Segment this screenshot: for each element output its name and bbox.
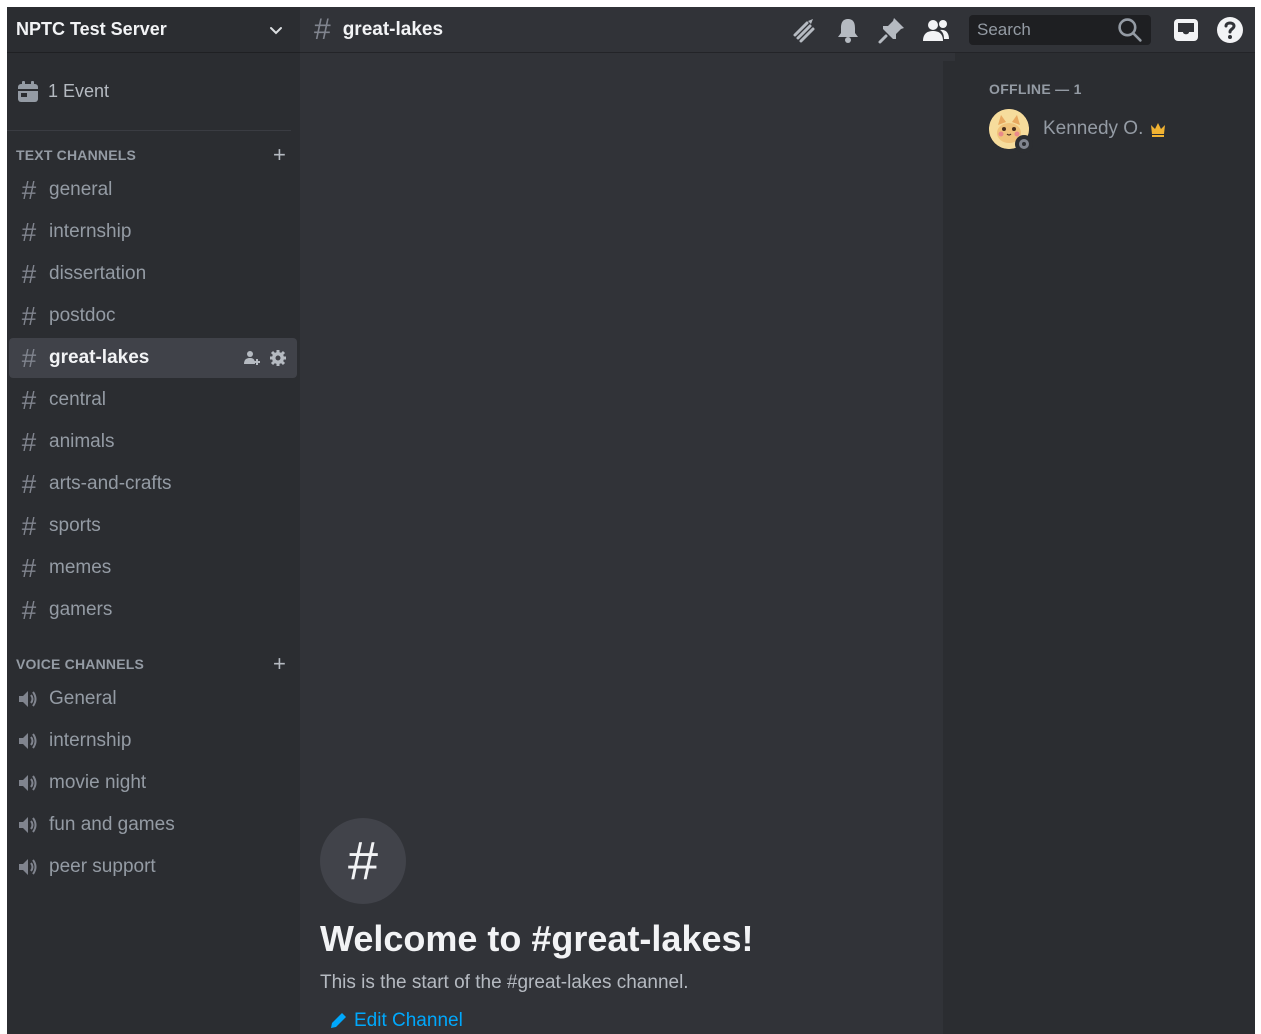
hash-icon: # [21, 468, 37, 499]
edit-channel-link[interactable]: Edit Channel [320, 1008, 940, 1034]
hash-icon: # [21, 426, 37, 457]
hash-icon: # [21, 300, 37, 331]
channel-sidebar: NPTC Test Server 1 Event TEXT CHANNELS +… [7, 7, 300, 1034]
member-name: Kennedy O. [1043, 118, 1144, 139]
sidebar-item-gamers[interactable]: # gamers [9, 590, 297, 630]
voice-channel-list: General internship movie night fun and game… [7, 678, 300, 889]
chat-scrollbar[interactable] [943, 61, 955, 1034]
member-list: OFFLINE — 1 Kennedy O. [955, 53, 1255, 1034]
category-text-channels[interactable]: TEXT CHANNELS + [7, 131, 300, 169]
threads-icon[interactable] [789, 15, 819, 45]
member-item[interactable]: Kennedy O. [955, 107, 1255, 153]
sidebar-item-arts-and-crafts[interactable]: # arts-and-crafts [9, 464, 297, 504]
pin-icon[interactable] [877, 15, 907, 45]
edit-channel-label: Edit Channel [354, 1010, 463, 1031]
search-input[interactable] [977, 19, 1117, 40]
sidebar-item-voice-peer-support[interactable]: peer support [9, 847, 297, 887]
events-label: 1 Event [48, 81, 110, 101]
sidebar-item-postdoc[interactable]: # postdoc [9, 296, 297, 336]
category-label: TEXT CHANNELS [16, 147, 137, 163]
hash-icon: # [21, 258, 37, 289]
sidebar-item-dissertation[interactable]: # dissertation [9, 254, 297, 294]
channel-title: great-lakes [342, 18, 444, 40]
hash-icon: # [21, 594, 37, 625]
category-voice-channels[interactable]: VOICE CHANNELS + [7, 640, 300, 678]
channel-label: internship [49, 730, 132, 751]
sidebar-item-general[interactable]: # general [9, 170, 297, 210]
content-area: # Welcome to #great-lakes! This is the s… [300, 53, 1255, 1034]
channel-hash-icon: # [320, 818, 406, 904]
channel-label: movie night [49, 772, 147, 793]
welcome-description: This is the start of the #great-lakes ch… [320, 972, 689, 993]
avatar [989, 109, 1033, 153]
sidebar-item-sports[interactable]: # sports [9, 506, 297, 546]
channel-label: animals [49, 431, 115, 452]
hash-icon: # [21, 552, 37, 583]
hash-icon: # [21, 384, 37, 415]
channel-label: dissertation [49, 263, 147, 284]
member-section-offline: OFFLINE — 1 [989, 81, 1082, 97]
channel-label: arts-and-crafts [49, 473, 172, 494]
hash-icon: # [21, 510, 37, 541]
channel-welcome: # Welcome to #great-lakes! This is the s… [320, 818, 940, 1034]
speaker-icon [19, 691, 37, 707]
help-icon[interactable] [1215, 15, 1245, 45]
channel-tools [243, 349, 287, 367]
topbar-icons [789, 14, 1245, 45]
channel-label: central [49, 389, 107, 410]
members-icon[interactable] [921, 15, 951, 45]
channel-label: great-lakes [49, 347, 150, 368]
gear-icon[interactable] [269, 349, 287, 367]
sidebar-item-voice-internship[interactable]: internship [9, 721, 297, 761]
calendar-icon [18, 80, 38, 102]
sidebar-item-memes[interactable]: # memes [9, 548, 297, 588]
events-row[interactable]: 1 Event [7, 53, 291, 131]
speaker-icon [19, 733, 37, 749]
welcome-title: Welcome to #great-lakes! [320, 918, 754, 959]
category-label: VOICE CHANNELS [16, 656, 145, 672]
hash-icon: # [314, 12, 331, 46]
channel-label: general [49, 179, 113, 200]
search-box[interactable] [969, 14, 1151, 45]
channel-label: internship [49, 221, 132, 242]
sidebar-item-animals[interactable]: # animals [9, 422, 297, 462]
server-name: NPTC Test Server [16, 19, 167, 39]
chevron-down-icon [270, 26, 282, 34]
sidebar-item-voice-movie-night[interactable]: movie night [9, 763, 297, 803]
channel-label: sports [49, 515, 101, 536]
speaker-icon [19, 817, 37, 833]
hash-icon: # [21, 174, 37, 205]
sidebar-item-great-lakes[interactable]: # great-lakes [9, 338, 297, 378]
create-invite-icon[interactable] [243, 349, 261, 367]
pencil-icon [331, 1013, 346, 1028]
text-channel-list: # general # internship # dissertation # postdoc… [7, 169, 300, 632]
status-offline-icon [1015, 135, 1033, 153]
sidebar-item-voice-fun-and-games[interactable]: fun and games [9, 805, 297, 845]
channel-label: gamers [49, 599, 113, 620]
add-text-channel-button[interactable]: + [273, 144, 286, 166]
hash-icon: # [21, 342, 37, 373]
speaker-icon [19, 859, 37, 875]
discord-app: NPTC Test Server 1 Event TEXT CHANNELS +… [7, 7, 1255, 1034]
channel-label: General [49, 688, 117, 709]
channel-topbar: # great-lakes [300, 7, 1255, 53]
hash-icon: # [21, 216, 37, 247]
inbox-icon[interactable] [1171, 15, 1201, 45]
channel-label: peer support [49, 856, 156, 877]
sidebar-item-central[interactable]: # central [9, 380, 297, 420]
channel-label: fun and games [49, 814, 175, 835]
sidebar-item-internship[interactable]: # internship [9, 212, 297, 252]
add-voice-channel-button[interactable]: + [273, 653, 286, 675]
channel-label: postdoc [49, 305, 116, 326]
channel-label: memes [49, 557, 112, 578]
search-icon [1118, 17, 1142, 42]
main-area: # great-lakes Search # Welcome to #great… [300, 7, 1255, 1034]
crown-icon [1151, 123, 1166, 137]
server-header[interactable]: NPTC Test Server [7, 7, 300, 53]
speaker-icon [19, 775, 37, 791]
message-area: # Welcome to #great-lakes! This is the s… [300, 53, 955, 1034]
sidebar-item-voice-general[interactable]: General [9, 679, 297, 719]
bell-icon[interactable] [833, 15, 863, 45]
